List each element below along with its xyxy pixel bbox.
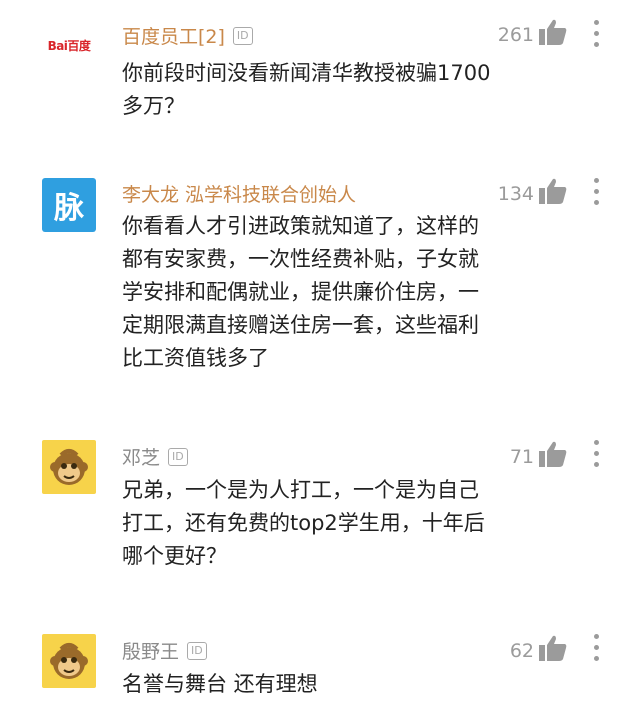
thumbs-up-icon bbox=[539, 178, 567, 204]
username-text: 百度员工[2] bbox=[122, 26, 225, 48]
username-text: 邓芝 bbox=[122, 447, 161, 469]
monkey-avatar-icon bbox=[50, 449, 88, 485]
more-vertical-icon[interactable] bbox=[594, 178, 600, 205]
comment-text: 兄弟，一个是为人打工，一个是为自己 打工，还有免费的top2学生用，十年后 哪个… bbox=[122, 478, 485, 568]
more-vertical-icon[interactable] bbox=[594, 20, 600, 47]
username[interactable]: 邓芝 ID bbox=[122, 443, 188, 470]
like-count: 71 bbox=[509, 446, 534, 468]
username-text: 李大龙 泓学科技联合创始人 bbox=[122, 184, 357, 206]
id-badge: ID bbox=[168, 447, 188, 466]
thumbs-up-icon bbox=[539, 19, 567, 45]
comment-text: 你前段时间没看新闻清华教授被骗1700 多万？ bbox=[122, 61, 491, 118]
comment-text: 名誉与舞台 还有理想 bbox=[122, 672, 318, 696]
like-button[interactable]: 62 bbox=[510, 634, 568, 662]
like-count: 134 bbox=[497, 183, 534, 205]
like-count: 261 bbox=[497, 24, 534, 46]
like-button[interactable]: 71 bbox=[510, 440, 568, 468]
like-button[interactable]: 134 bbox=[498, 177, 568, 205]
comment-text: 你看看人才引进政策就知道了，这样的 都有安家费，一次性经费补贴，子女就 学安排和… bbox=[122, 214, 479, 370]
thumbs-up-icon bbox=[539, 441, 567, 467]
id-badge: ID bbox=[232, 26, 253, 45]
baidu-logo: Bai百度 bbox=[47, 38, 91, 53]
like-count: 62 bbox=[509, 640, 534, 662]
mai-logo: 脉 bbox=[54, 191, 84, 226]
username[interactable]: 李大龙 泓学科技联合创始人 bbox=[122, 180, 356, 207]
avatar[interactable] bbox=[42, 634, 96, 688]
username[interactable]: 殷野王 ID bbox=[122, 637, 207, 664]
username[interactable]: 百度员工[2] ID bbox=[122, 22, 253, 49]
more-vertical-icon[interactable] bbox=[594, 440, 600, 467]
avatar[interactable]: Bai百度 bbox=[42, 18, 96, 72]
thumbs-up-icon bbox=[539, 635, 567, 661]
avatar[interactable] bbox=[42, 440, 96, 494]
like-button[interactable]: 261 bbox=[498, 18, 568, 46]
more-vertical-icon[interactable] bbox=[594, 634, 600, 661]
username-text: 殷野王 bbox=[122, 641, 180, 663]
monkey-avatar-icon bbox=[50, 643, 88, 679]
id-badge: ID bbox=[187, 641, 207, 660]
avatar[interactable]: 脉 bbox=[42, 178, 96, 232]
